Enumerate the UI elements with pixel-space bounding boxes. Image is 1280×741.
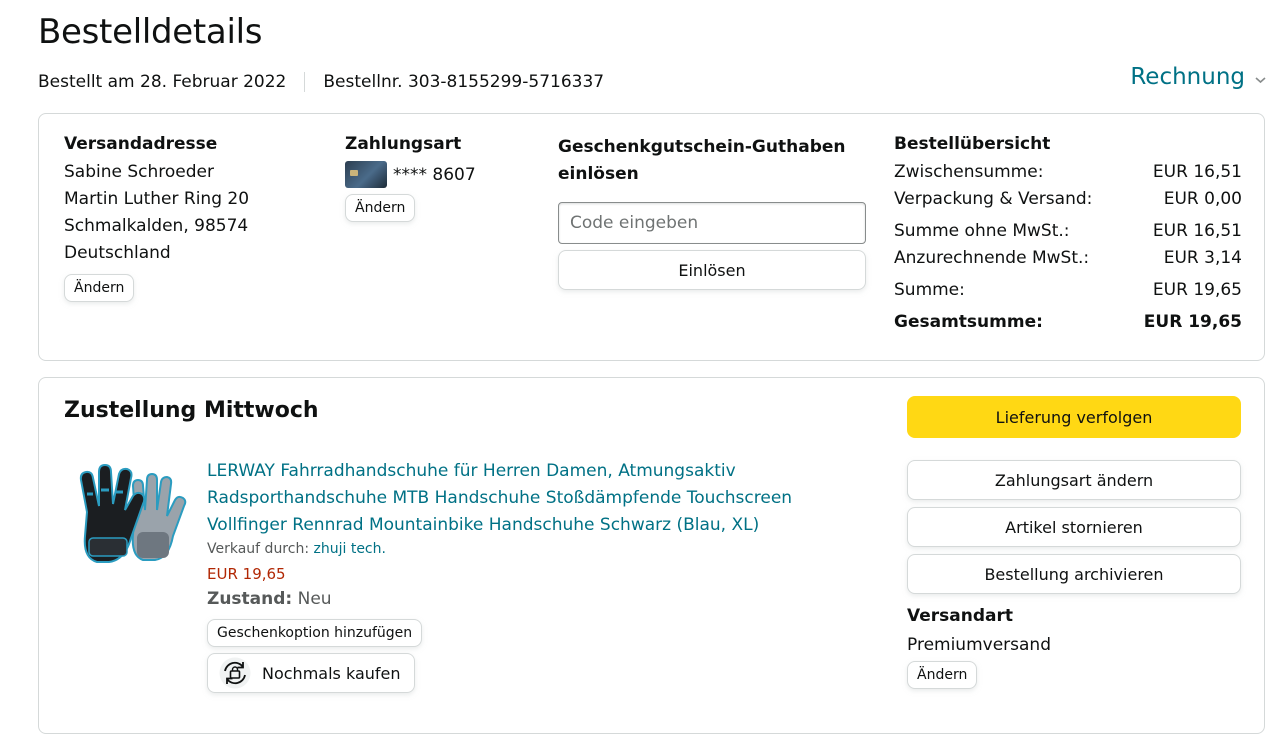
payment-heading: Zahlungsart [345,134,462,154]
shipping-address-section: Versandadresse Sabine Schroeder Martin L… [64,134,249,302]
delivery-card: Zustellung Mittwoch LERWAY Fahrradhandsc… [38,377,1265,734]
order-number: Bestellnr. 303-8155299-5716337 [323,72,605,92]
add-gift-option-button[interactable]: Geschenkoption hinzufügen [207,619,423,647]
summary-total-value: EUR 19,65 [1143,311,1242,332]
summary-label: Summe: [894,279,965,300]
gift-card-heading: Geschenkgutschein-Guthaben einlösen [558,134,868,188]
seller-link[interactable]: zhuji tech. [314,541,386,557]
summary-row: Zwischensumme: EUR 16,51 [894,158,1242,185]
summary-label: Verpackung & Versand: [894,188,1093,209]
address-line: Sabine Schroeder [64,162,214,182]
chevron-down-icon [1255,64,1266,90]
buy-again-label: Nochmals kaufen [262,663,401,683]
product-details: LERWAY Fahrradhandschuhe für Herren Dame… [207,458,827,694]
order-summary-section: Bestellübersicht Zwischensumme: EUR 16,5… [894,134,1242,335]
product-condition: Zustand: Neu [207,589,827,609]
change-payment-method-button[interactable]: Zahlungsart ändern [907,460,1241,500]
order-summary-heading: Bestellübersicht [894,134,1051,154]
order-details-page: Bestelldetails Bestellt am 28. Februar 2… [0,0,1280,741]
invoice-dropdown[interactable]: Rechnung [1130,64,1266,90]
gift-card-heading-line: Geschenkgutschein-Guthaben [558,137,846,157]
track-delivery-button[interactable]: Lieferung verfolgen [907,396,1241,438]
summary-value: EUR 16,51 [1152,220,1242,241]
delivery-heading: Zustellung Mittwoch [64,398,319,423]
credit-card-icon [345,161,387,188]
gift-code-input[interactable] [558,202,866,244]
seller-info: Verkauf durch: zhuji tech. [207,541,827,557]
summary-total-row: Gesamtsumme: EUR 19,65 [894,308,1242,335]
summary-value: EUR 19,65 [1152,279,1242,300]
summary-row: Anzurechnende MwSt.: EUR 3,14 [894,244,1242,271]
buy-again-icon [219,657,251,689]
summary-row: Summe ohne MwSt.: EUR 16,51 [894,217,1242,244]
address-line: Martin Luther Ring 20 [64,189,250,209]
shipping-method-heading: Versandart [907,606,1013,626]
meta-divider [304,72,306,92]
product-image[interactable] [67,460,197,575]
order-date: Bestellt am 28. Februar 2022 [38,72,287,92]
summary-row: Verpackung & Versand: EUR 0,00 [894,185,1242,212]
gift-card-heading-line: einlösen [558,164,639,184]
product-price: EUR 19,65 [207,565,286,583]
summary-label: Anzurechnende MwSt.: [894,247,1090,268]
summary-label: Zwischensumme: [894,161,1044,182]
redeem-button[interactable]: Einlösen [558,250,866,290]
summary-label: Gesamtsumme: [894,311,1043,332]
address-line: Schmalkalden, 98574 [64,216,249,236]
order-info-card: Versandadresse Sabine Schroeder Martin L… [38,113,1265,361]
condition-value: Neu [297,589,332,609]
page-title: Bestelldetails [38,12,263,52]
shipping-address-heading: Versandadresse [64,134,218,154]
payment-section: Zahlungsart **** 8607 Ändern [345,134,476,222]
summary-value: EUR 3,14 [1163,247,1242,268]
cancel-items-button[interactable]: Artikel stornieren [907,507,1241,547]
product-title-link[interactable]: LERWAY Fahrradhandschuhe für Herren Dame… [207,458,827,539]
summary-value: EUR 16,51 [1152,161,1242,182]
change-shipping-method-button[interactable]: Ändern [907,661,978,689]
gift-card-section: Geschenkgutschein-Guthaben einlösen Einl… [558,134,868,290]
delivery-actions: Lieferung verfolgen Zahlungsart ändern A… [907,396,1241,689]
change-payment-button[interactable]: Ändern [345,194,416,222]
change-address-button[interactable]: Ändern [64,274,135,302]
summary-row: Summe: EUR 19,65 [894,276,1242,303]
shipping-address: Sabine Schroeder Martin Luther Ring 20 S… [64,159,249,267]
invoice-label: Rechnung [1130,64,1245,90]
order-meta: Bestellt am 28. Februar 2022 Bestellnr. … [38,72,604,92]
summary-label: Summe ohne MwSt.: [894,220,1070,241]
shipping-method-value: Premiumversand [907,635,1051,655]
payment-method: **** 8607 [345,161,476,188]
archive-order-button[interactable]: Bestellung archivieren [907,554,1241,594]
address-line: Deutschland [64,243,171,263]
card-number: **** 8607 [393,164,476,185]
summary-value: EUR 0,00 [1163,188,1242,209]
buy-again-button[interactable]: Nochmals kaufen [207,653,415,693]
seller-prefix: Verkauf durch: [207,541,310,557]
condition-label: Zustand: [207,589,293,609]
